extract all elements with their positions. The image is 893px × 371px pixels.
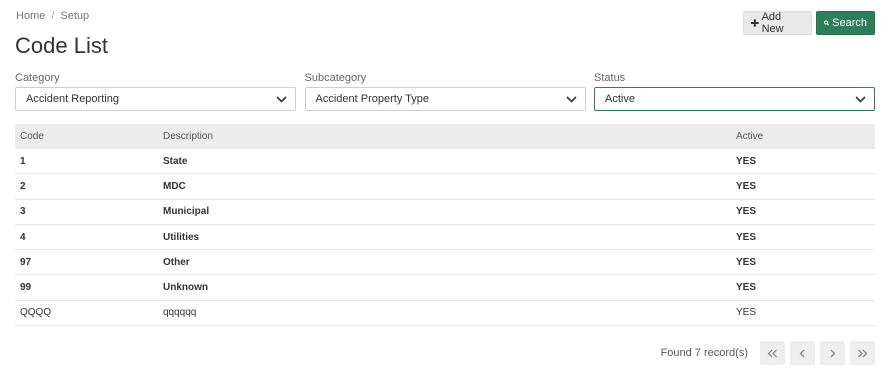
next-page-button[interactable] <box>820 341 845 365</box>
cell-active: YES <box>736 282 757 294</box>
cell-code: 3 <box>20 206 26 218</box>
header-description[interactable]: Description <box>163 131 736 142</box>
subcategory-select[interactable]: Accident Property Type <box>304 87 586 111</box>
category-filter: Category Accident Reporting <box>15 72 296 111</box>
cell-description: Municipal <box>163 206 210 218</box>
cell-active: YES <box>736 180 757 192</box>
cell-code: QQQQ <box>20 307 52 319</box>
cell-active: YES <box>736 256 757 268</box>
table-row[interactable]: 97 Other YES <box>15 250 875 276</box>
last-page-button[interactable] <box>850 341 875 365</box>
cell-active: YES <box>736 307 757 319</box>
chevron-right-icon <box>830 349 836 357</box>
pagination: Found 7 record(s) <box>661 341 875 365</box>
table-row[interactable]: QQQQ qqqqqq YES <box>15 301 875 327</box>
subcategory-filter: Subcategory Accident Property Type <box>304 72 586 111</box>
cell-description: Unknown <box>163 282 208 294</box>
plus-icon <box>751 19 759 27</box>
table-row[interactable]: 4 Utilities YES <box>15 225 875 251</box>
cell-code: 99 <box>20 282 32 294</box>
status-filter: Status Active <box>594 72 875 111</box>
subcategory-label: Subcategory <box>304 72 367 84</box>
chevron-left-icon <box>799 349 805 357</box>
cell-code: 97 <box>20 256 32 268</box>
cell-description: Other <box>163 256 190 268</box>
first-page-button[interactable] <box>760 341 785 365</box>
cell-description: Utilities <box>163 231 200 243</box>
breadcrumb: Home / Setup <box>16 10 89 22</box>
chevron-down-icon <box>855 95 866 103</box>
search-label: Search <box>832 17 867 29</box>
cell-code: 2 <box>20 180 26 192</box>
double-chevron-left-icon <box>767 349 777 357</box>
category-value: Accident Reporting <box>26 93 119 105</box>
cell-description: State <box>163 155 188 167</box>
cell-description: qqqqqq <box>163 307 197 319</box>
cell-code: 1 <box>20 155 26 167</box>
add-new-label: Add New <box>761 11 784 35</box>
double-chevron-right-icon <box>858 349 868 357</box>
record-count: Found 7 record(s) <box>660 347 748 359</box>
toolbar: Add New Search <box>743 11 875 35</box>
add-new-button[interactable]: Add New <box>743 11 812 35</box>
breadcrumb-current: Setup <box>60 10 90 22</box>
cell-description: MDC <box>163 180 186 192</box>
cell-active: YES <box>736 206 757 218</box>
table-row[interactable]: 3 Municipal YES <box>15 200 875 225</box>
code-table: Code Description Active 1 State YES 2 MD… <box>15 124 875 327</box>
filters: Category Accident Reporting Subcategory … <box>15 72 875 111</box>
search-icon <box>824 20 830 26</box>
table-row[interactable]: 1 State YES <box>15 149 875 175</box>
cell-active: YES <box>736 231 757 243</box>
breadcrumb-separator: / <box>51 10 55 22</box>
table-header: Code Description Active <box>15 124 875 149</box>
status-value: Active <box>605 93 635 105</box>
table-row[interactable]: 99 Unknown YES <box>15 275 875 301</box>
header-code[interactable]: Code <box>15 131 163 142</box>
page-title: Code List <box>15 33 108 58</box>
breadcrumb-home[interactable]: Home <box>16 10 45 22</box>
header-active[interactable]: Active <box>736 131 875 142</box>
chevron-down-icon <box>565 95 577 103</box>
cell-active: YES <box>736 155 757 167</box>
status-select[interactable]: Active <box>594 87 875 111</box>
cell-code: 4 <box>20 231 26 243</box>
search-button[interactable]: Search <box>816 11 875 35</box>
category-select[interactable]: Accident Reporting <box>15 87 296 111</box>
table-row[interactable]: 2 MDC YES <box>15 174 875 200</box>
previous-page-button[interactable] <box>790 341 815 365</box>
chevron-down-icon <box>276 95 287 103</box>
category-label: Category <box>15 72 60 84</box>
subcategory-value: Accident Property Type <box>315 93 430 105</box>
status-label: Status <box>594 72 626 84</box>
